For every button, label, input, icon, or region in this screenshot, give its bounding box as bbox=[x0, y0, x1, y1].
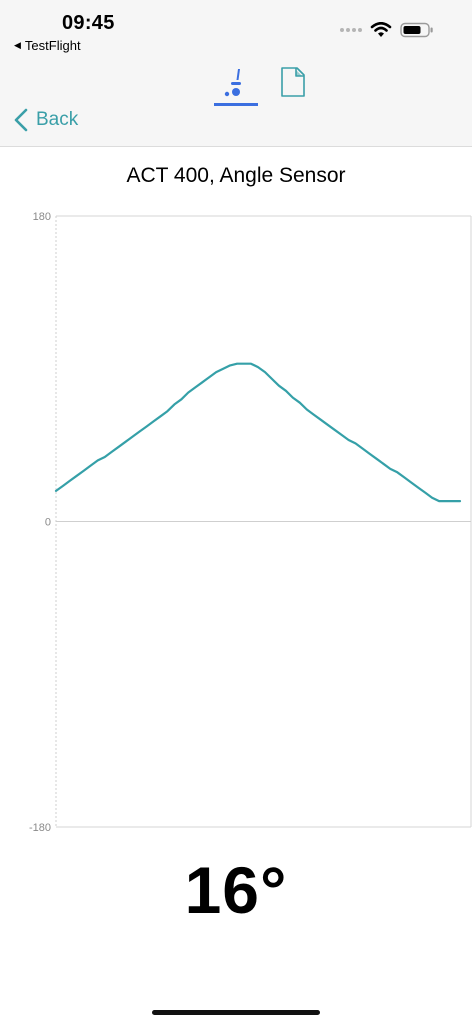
back-triangle-icon: ◀ bbox=[14, 40, 21, 50]
sensor-icon bbox=[224, 69, 241, 97]
home-indicator[interactable] bbox=[152, 1010, 320, 1015]
battery-icon bbox=[400, 22, 433, 38]
top-bar: 09:45 ◀ TestFlight Back bbox=[0, 0, 472, 147]
back-label: Back bbox=[36, 109, 79, 130]
screen: 09:45 ◀ TestFlight Back ACT 400, Angle S… bbox=[0, 0, 472, 1024]
current-angle-reading: 16° bbox=[184, 853, 288, 927]
angle-chart: 180 0 -180 bbox=[29, 211, 472, 834]
tab-document[interactable] bbox=[280, 66, 306, 104]
view-tabs bbox=[214, 66, 306, 106]
chart-title: ACT 400, Angle Sensor bbox=[126, 164, 346, 187]
series-line-0 bbox=[54, 362, 462, 503]
tab-sensor[interactable] bbox=[214, 66, 258, 106]
cellular-signal-icon bbox=[340, 28, 362, 32]
y-tick-label: -180 bbox=[29, 822, 51, 834]
document-icon bbox=[281, 67, 305, 97]
return-to-app-link[interactable]: ◀ TestFlight bbox=[14, 38, 81, 53]
y-tick-label: 180 bbox=[33, 211, 51, 223]
back-button[interactable]: Back bbox=[14, 108, 78, 132]
chevron-left-icon bbox=[14, 108, 28, 132]
wifi-icon bbox=[370, 22, 392, 37]
y-tick-label: 0 bbox=[45, 517, 51, 529]
status-time: 09:45 bbox=[62, 12, 115, 34]
return-app-label: TestFlight bbox=[24, 38, 81, 53]
status-indicators bbox=[340, 22, 434, 38]
